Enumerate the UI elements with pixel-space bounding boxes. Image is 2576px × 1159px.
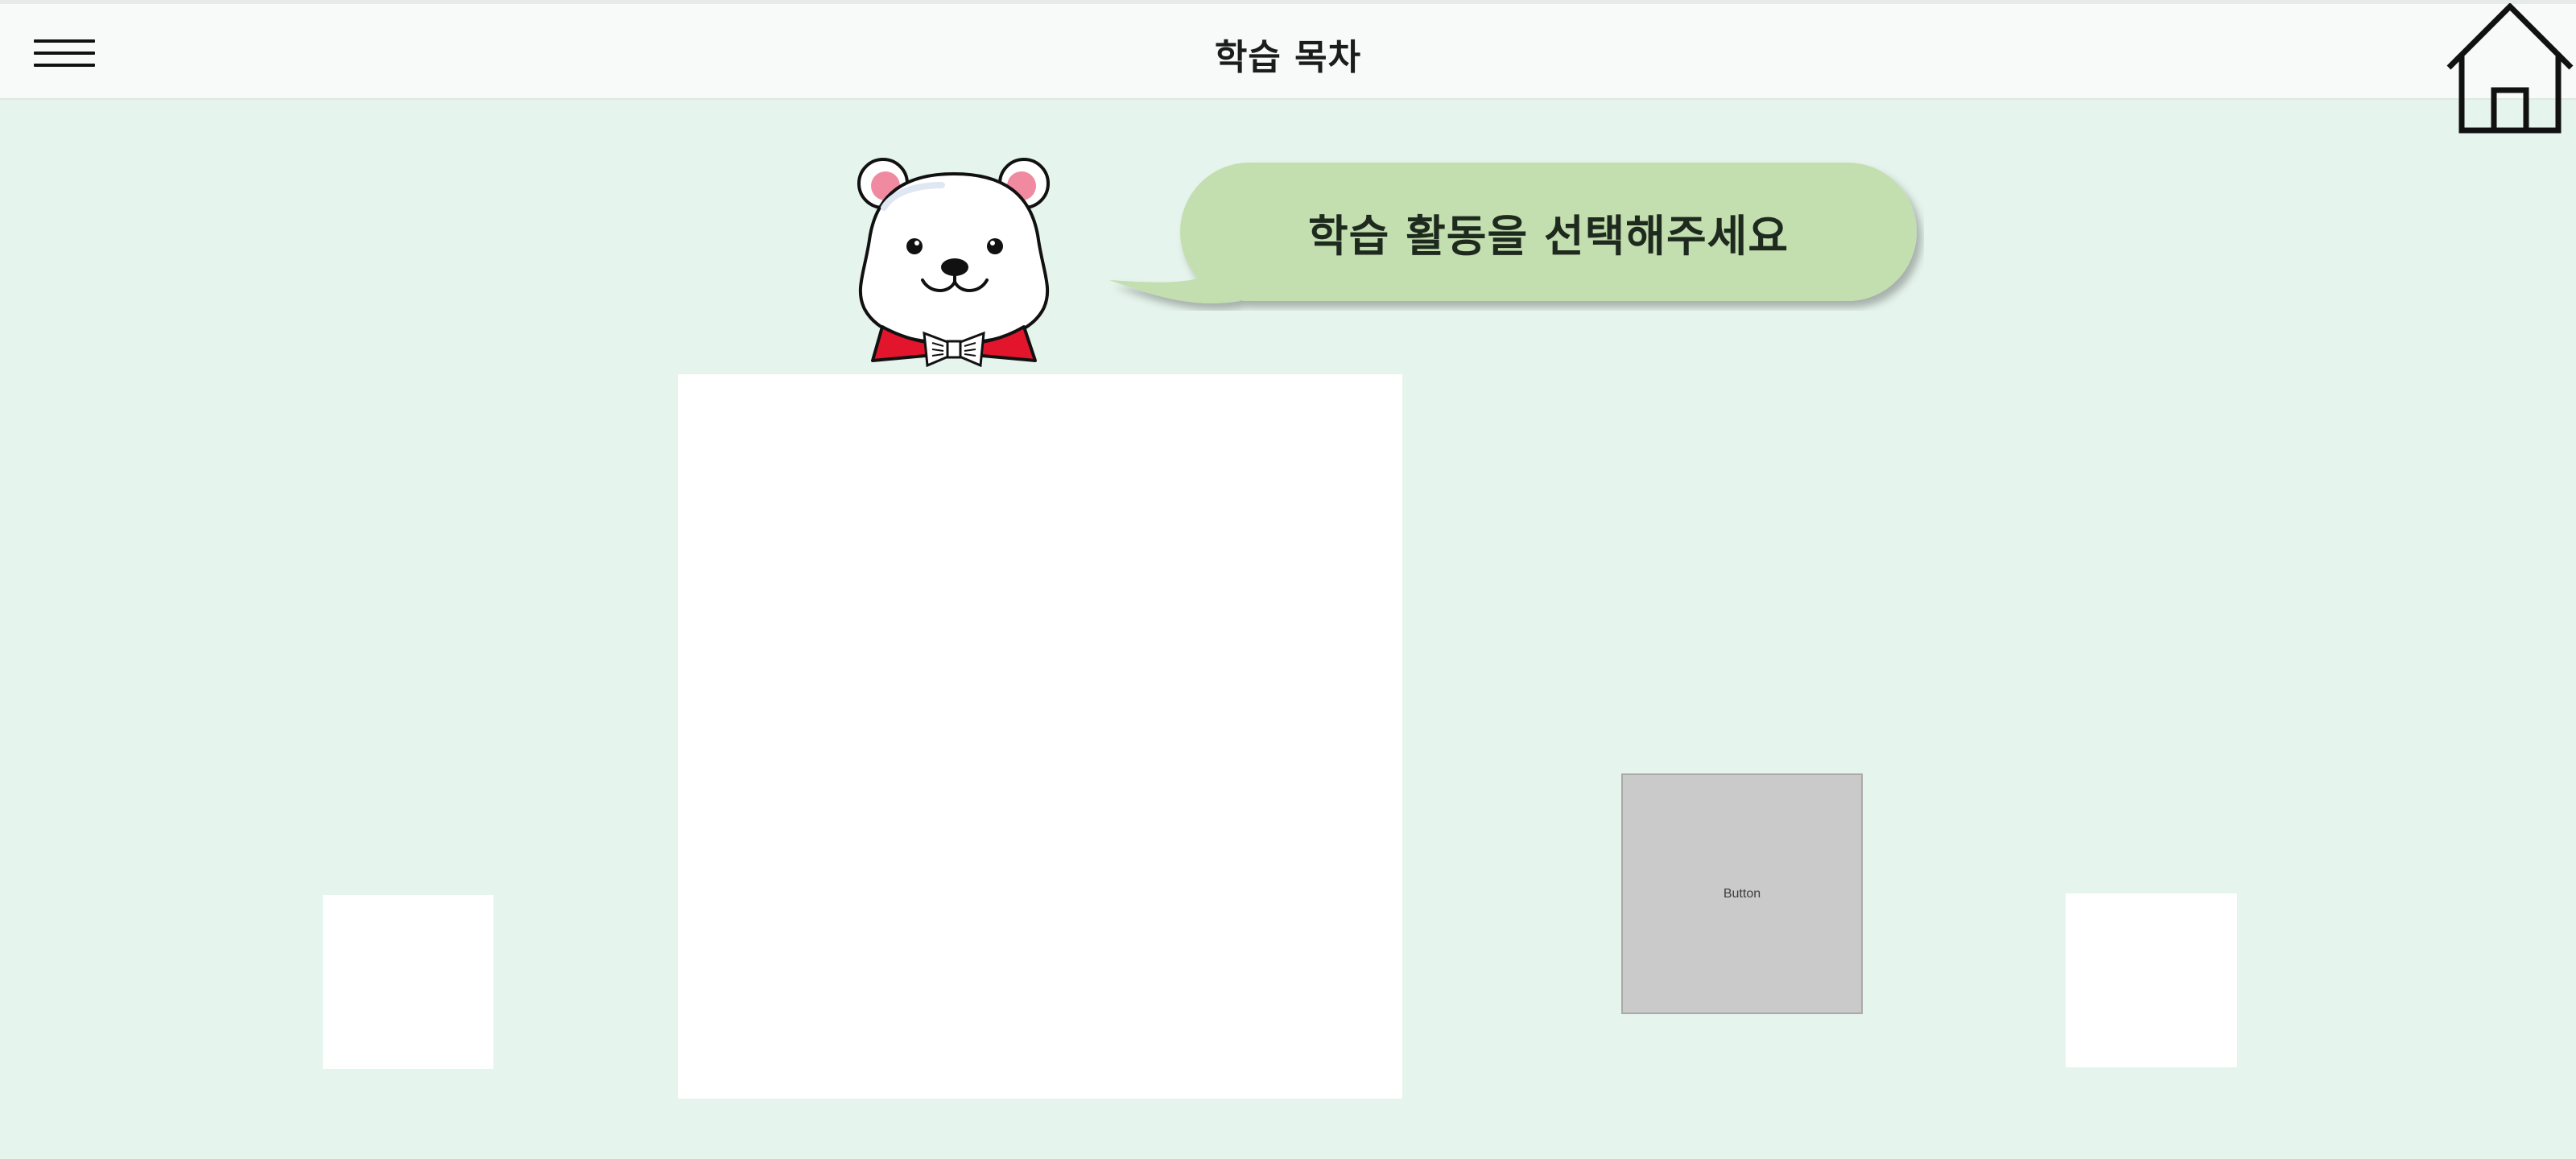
button[interactable]: Button (1621, 773, 1863, 1014)
activity-panel[interactable] (678, 374, 1402, 1099)
right-tile[interactable] (2066, 893, 2237, 1067)
app-screen: 학습 목차 학습 활동을 선택해주세요 Button (0, 0, 2576, 1159)
left-tile[interactable] (323, 895, 493, 1069)
polar-bear-mascot-icon (837, 151, 1071, 368)
top-bar: 학습 목차 (0, 0, 2576, 100)
page-title: 학습 목차 (1214, 37, 1362, 78)
speech-text: 학습 활동을 선택해주세요 (1307, 210, 1790, 262)
home-icon[interactable] (2444, 2, 2576, 135)
